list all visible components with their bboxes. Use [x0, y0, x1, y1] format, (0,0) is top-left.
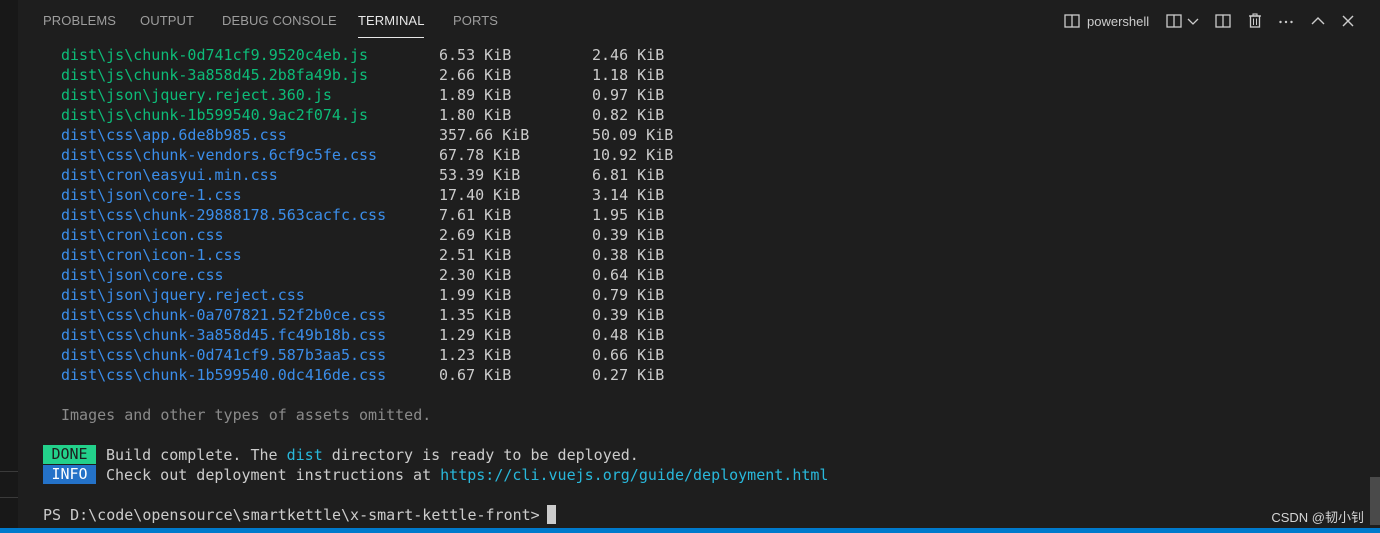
asset-gzipped-size: 0.38 KiB [592, 246, 665, 264]
asset-size: 1.80 KiB [439, 106, 512, 124]
asset-size: 2.66 KiB [439, 66, 512, 84]
asset-size: 67.78 KiB [439, 146, 521, 164]
info-badge: INFO [43, 465, 96, 484]
asset-name: dist\cron\icon-1.css [61, 246, 242, 264]
asset-name: dist\json\jquery.reject.360.js [61, 86, 332, 104]
asset-gzipped-size: 0.39 KiB [592, 306, 665, 324]
asset-gzipped-size: 1.18 KiB [592, 66, 665, 84]
asset-gzipped-size: 3.14 KiB [592, 186, 665, 204]
done-text-tail: directory is ready to be deployed. [322, 446, 639, 464]
asset-name: dist\css\app.6de8b985.css [61, 126, 287, 144]
asset-gzipped-size: 0.48 KiB [592, 326, 665, 344]
asset-gzipped-size: 2.46 KiB [592, 46, 665, 64]
asset-gzipped-size: 6.81 KiB [592, 166, 665, 184]
shell-prompt: PS D:\code\opensource\smartkettle\x-smar… [43, 506, 549, 524]
asset-name: dist\css\chunk-0a707821.52f2b0ce.css [61, 306, 387, 324]
done-badge: DONE [43, 445, 96, 464]
asset-gzipped-size: 0.39 KiB [592, 226, 665, 244]
asset-gzipped-size: 0.27 KiB [592, 366, 665, 384]
done-message: Build complete. The dist directory is re… [106, 445, 639, 465]
asset-name: dist\css\chunk-vendors.6cf9c5fe.css [61, 146, 378, 164]
asset-name: dist\json\core.css [61, 266, 224, 284]
asset-name: dist\js\chunk-3a858d45.2b8fa49b.js [61, 66, 369, 84]
asset-name: dist\json\jquery.reject.css [61, 286, 305, 304]
watermark: CSDN @韧小钊 [1271, 510, 1364, 525]
asset-name: dist\css\chunk-3a858d45.fc49b18b.css [61, 326, 387, 344]
info-text: Check out deployment instructions at [106, 466, 441, 484]
asset-size: 1.23 KiB [439, 346, 512, 364]
asset-gzipped-size: 0.66 KiB [592, 346, 665, 364]
asset-gzipped-size: 0.64 KiB [592, 266, 665, 284]
asset-size: 1.99 KiB [439, 286, 512, 304]
asset-size: 17.40 KiB [439, 186, 521, 204]
text-cursor [547, 505, 556, 524]
terminal-output[interactable]: dist\js\chunk-0d741cf9.9520c4eb.js 6.53 K… [0, 0, 1380, 533]
asset-size: 0.67 KiB [439, 366, 512, 384]
asset-name: dist\cron\icon.css [61, 226, 224, 244]
asset-size: 2.30 KiB [439, 266, 512, 284]
asset-gzipped-size: 1.95 KiB [592, 206, 665, 224]
asset-size: 6.53 KiB [439, 46, 512, 64]
info-message: Check out deployment instructions at htt… [106, 465, 828, 485]
asset-name: dist\css\chunk-1b599540.0dc416de.css [61, 366, 387, 384]
terminal-scrollbar[interactable] [1370, 477, 1380, 525]
done-dist-highlight: dist [286, 446, 323, 464]
asset-name: dist\json\core-1.css [61, 186, 242, 204]
status-bar [0, 528, 1380, 533]
asset-gzipped-size: 50.09 KiB [592, 126, 674, 144]
asset-name: dist\js\chunk-1b599540.9ac2f074.js [61, 106, 369, 124]
asset-size: 2.51 KiB [439, 246, 512, 264]
asset-size: 1.89 KiB [439, 86, 512, 104]
terminal-panel: PROBLEMS OUTPUT DEBUG CONSOLE TERMINAL P… [0, 0, 1380, 533]
asset-name: dist\css\chunk-0d741cf9.587b3aa5.css [61, 346, 387, 364]
asset-gzipped-size: 0.79 KiB [592, 286, 665, 304]
asset-size: 7.61 KiB [439, 206, 512, 224]
done-text: Build complete. The [106, 446, 287, 464]
asset-name: dist\js\chunk-0d741cf9.9520c4eb.js [61, 46, 369, 64]
asset-name: dist\cron\easyui.min.css [61, 166, 278, 184]
asset-gzipped-size: 10.92 KiB [592, 146, 674, 164]
asset-size: 1.35 KiB [439, 306, 512, 324]
asset-gzipped-size: 0.82 KiB [592, 106, 665, 124]
omitted-note: Images and other types of assets omitted… [61, 406, 432, 424]
asset-gzipped-size: 0.97 KiB [592, 86, 665, 104]
asset-size: 53.39 KiB [439, 166, 521, 184]
asset-size: 2.69 KiB [439, 226, 512, 244]
asset-name: dist\css\chunk-29888178.563cacfc.css [61, 206, 387, 224]
deployment-link[interactable]: https://cli.vuejs.org/guide/deployment.h… [440, 466, 828, 484]
asset-size: 357.66 KiB [439, 126, 530, 144]
asset-size: 1.29 KiB [439, 326, 512, 344]
